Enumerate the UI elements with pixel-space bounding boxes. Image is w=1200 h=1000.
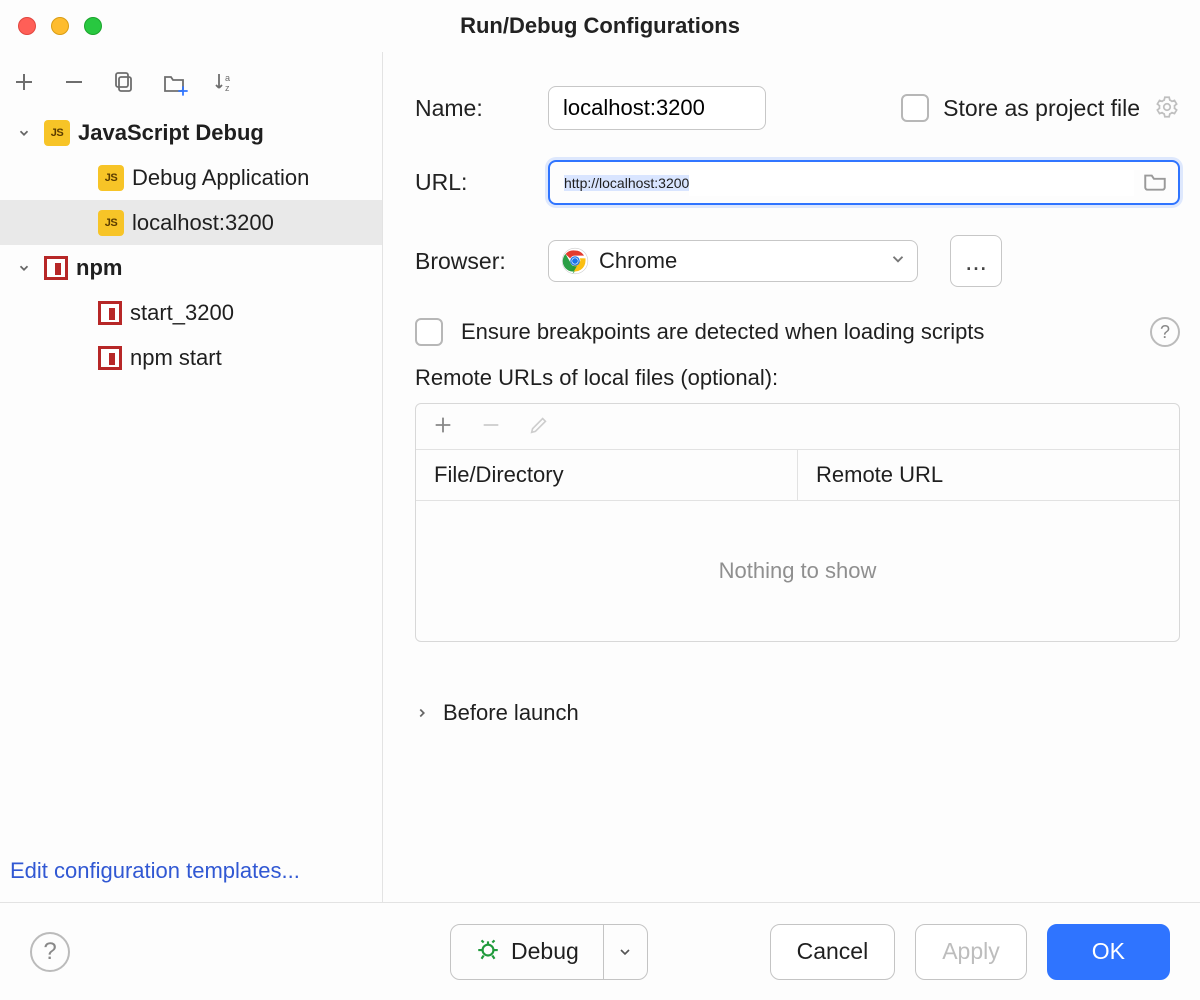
- ensure-breakpoints-checkbox[interactable]: [415, 318, 443, 346]
- chevron-down-icon: [12, 126, 36, 140]
- tree-group-js-debug[interactable]: JS JavaScript Debug: [0, 110, 382, 155]
- edit-row-icon: [528, 414, 550, 439]
- url-row: URL: http://localhost:3200: [415, 160, 1180, 205]
- browser-value: Chrome: [599, 248, 677, 274]
- ensure-label: Ensure breakpoints are detected when loa…: [461, 319, 984, 345]
- window-title: Run/Debug Configurations: [460, 13, 740, 39]
- npm-icon: [98, 301, 122, 325]
- chevron-right-icon: [415, 706, 429, 720]
- save-to-folder-icon[interactable]: [162, 70, 186, 94]
- js-icon: JS: [44, 120, 70, 146]
- chevron-down-icon: [889, 248, 907, 274]
- name-input[interactable]: [548, 86, 766, 130]
- debug-button-label: Debug: [511, 938, 579, 965]
- url-input-field[interactable]: [689, 170, 1134, 196]
- close-window-button[interactable]: [18, 17, 36, 35]
- before-launch-label: Before launch: [443, 700, 579, 726]
- config-tree: JS JavaScript Debug JS Debug Application…: [0, 110, 382, 380]
- titlebar: Run/Debug Configurations: [0, 0, 1200, 52]
- add-config-icon[interactable]: [12, 70, 36, 94]
- browser-label: Browser:: [415, 248, 530, 275]
- tree-item-localhost-3200[interactable]: JS localhost:3200: [0, 200, 382, 245]
- npm-icon: [98, 346, 122, 370]
- help-icon[interactable]: ?: [1150, 317, 1180, 347]
- sort-icon[interactable]: az: [212, 70, 236, 94]
- zoom-window-button[interactable]: [84, 17, 102, 35]
- tree-item-start-3200[interactable]: start_3200: [0, 290, 382, 335]
- url-value-text: http://localhost:3200: [564, 175, 689, 191]
- before-launch-section[interactable]: Before launch: [415, 700, 1180, 726]
- store-label: Store as project file: [943, 95, 1140, 122]
- svg-text:z: z: [225, 83, 230, 93]
- sidebar-toolbar: az: [0, 60, 382, 110]
- tree-item-debug-application[interactable]: JS Debug Application: [0, 155, 382, 200]
- copy-config-icon[interactable]: [112, 70, 136, 94]
- remote-table-empty: Nothing to show: [416, 501, 1179, 641]
- help-button[interactable]: ?: [30, 932, 70, 972]
- store-as-project-file-checkbox[interactable]: [901, 94, 929, 122]
- svg-text:a: a: [225, 73, 230, 83]
- configurations-sidebar: az JS JavaScript Debug JS Debug Applicat…: [0, 52, 383, 902]
- url-label: URL:: [415, 169, 530, 196]
- ensure-breakpoints-row: Ensure breakpoints are detected when loa…: [415, 317, 1180, 347]
- apply-button[interactable]: Apply: [915, 924, 1027, 980]
- edit-templates-link[interactable]: Edit configuration templates...: [10, 858, 300, 884]
- ok-button[interactable]: OK: [1047, 924, 1170, 980]
- name-row: Name: Store as project file: [415, 86, 1180, 130]
- browser-row: Browser: Chrome ...: [415, 235, 1180, 287]
- chrome-icon: [561, 247, 589, 275]
- minimize-window-button[interactable]: [51, 17, 69, 35]
- chevron-down-icon: [12, 261, 36, 275]
- remove-config-icon[interactable]: [62, 70, 86, 94]
- dialog-footer: ? Debug Cancel Apply OK: [0, 902, 1200, 1000]
- bug-icon: [475, 936, 501, 968]
- folder-icon[interactable]: [1142, 168, 1168, 197]
- js-icon: JS: [98, 165, 124, 191]
- add-row-icon[interactable]: [432, 414, 454, 439]
- url-input[interactable]: http://localhost:3200: [548, 160, 1180, 205]
- tree-group-label: npm: [76, 255, 122, 281]
- name-label: Name:: [415, 95, 530, 122]
- debug-split-button[interactable]: Debug: [450, 924, 648, 980]
- tree-group-npm[interactable]: npm: [0, 245, 382, 290]
- window-controls: [0, 17, 102, 35]
- npm-icon: [44, 256, 68, 280]
- tree-item-npm-start[interactable]: npm start: [0, 335, 382, 380]
- tree-item-label: localhost:3200: [132, 210, 274, 236]
- browser-more-button[interactable]: ...: [950, 235, 1002, 287]
- js-icon: JS: [98, 210, 124, 236]
- column-header-remote-url: Remote URL: [798, 450, 1179, 500]
- remote-urls-label: Remote URLs of local files (optional):: [415, 365, 1180, 391]
- debug-dropdown-toggle[interactable]: [603, 925, 647, 979]
- column-header-file: File/Directory: [416, 450, 798, 500]
- remote-table-header: File/Directory Remote URL: [416, 449, 1179, 501]
- cancel-button[interactable]: Cancel: [770, 924, 896, 980]
- remove-row-icon: [480, 414, 502, 439]
- tree-item-label: start_3200: [130, 300, 234, 326]
- browser-select[interactable]: Chrome: [548, 240, 918, 282]
- tree-group-label: JavaScript Debug: [78, 120, 264, 146]
- tree-item-label: npm start: [130, 345, 222, 371]
- gear-icon[interactable]: [1154, 94, 1180, 123]
- config-form: Name: Store as project file URL: http://…: [383, 52, 1200, 902]
- remote-urls-table: File/Directory Remote URL Nothing to sho…: [415, 403, 1180, 642]
- tree-item-label: Debug Application: [132, 165, 309, 191]
- remote-toolbar: [416, 404, 1179, 449]
